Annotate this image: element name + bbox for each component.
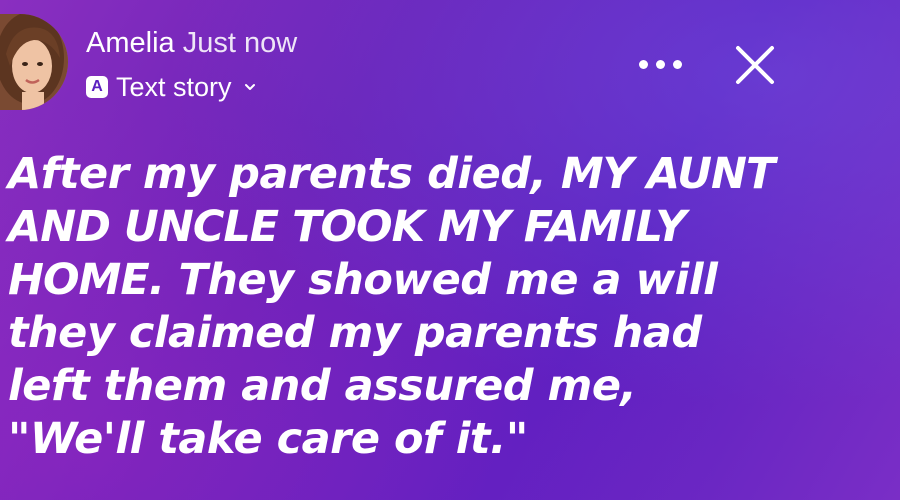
story-text-emphasis: HOME.	[8, 255, 165, 305]
more-horizontal-icon	[638, 59, 648, 69]
close-button[interactable]	[728, 40, 782, 94]
chevron-down-icon	[244, 84, 255, 90]
story-text: After my parents died, MY AUNT AND UNCLE…	[8, 148, 888, 466]
story-line: After my parents died, MY AUNT	[8, 148, 888, 201]
story-line: AND UNCLE TOOK MY FAMILY	[8, 202, 687, 252]
story-text-emphasis: MY AUNT	[560, 149, 775, 199]
text-story-icon: A	[86, 76, 108, 98]
story-quote: "We'll take care of it."	[8, 414, 528, 464]
story-line: left them and assured me,	[8, 361, 637, 411]
more-horizontal-icon-dot	[672, 59, 682, 69]
close-icon	[736, 46, 774, 84]
story-type-label: Text story	[116, 71, 232, 102]
post-time: Just now	[182, 27, 298, 59]
story-text-segment: They showed me a will	[164, 255, 718, 305]
story-author: Amelia Just now	[86, 26, 297, 60]
author-name[interactable]: Amelia	[86, 27, 175, 59]
more-horizontal-icon-dot	[655, 59, 665, 69]
more-options-button[interactable]	[628, 44, 692, 84]
story-text-segment: After my parents died,	[8, 149, 561, 199]
text-story-viewer: Amelia Just now A Text story After my pa…	[0, 0, 900, 500]
story-line: HOME. They showed me a will	[8, 254, 888, 307]
story-line: they claimed my parents had	[8, 308, 702, 358]
story-type-selector[interactable]: A Text story	[86, 70, 256, 104]
